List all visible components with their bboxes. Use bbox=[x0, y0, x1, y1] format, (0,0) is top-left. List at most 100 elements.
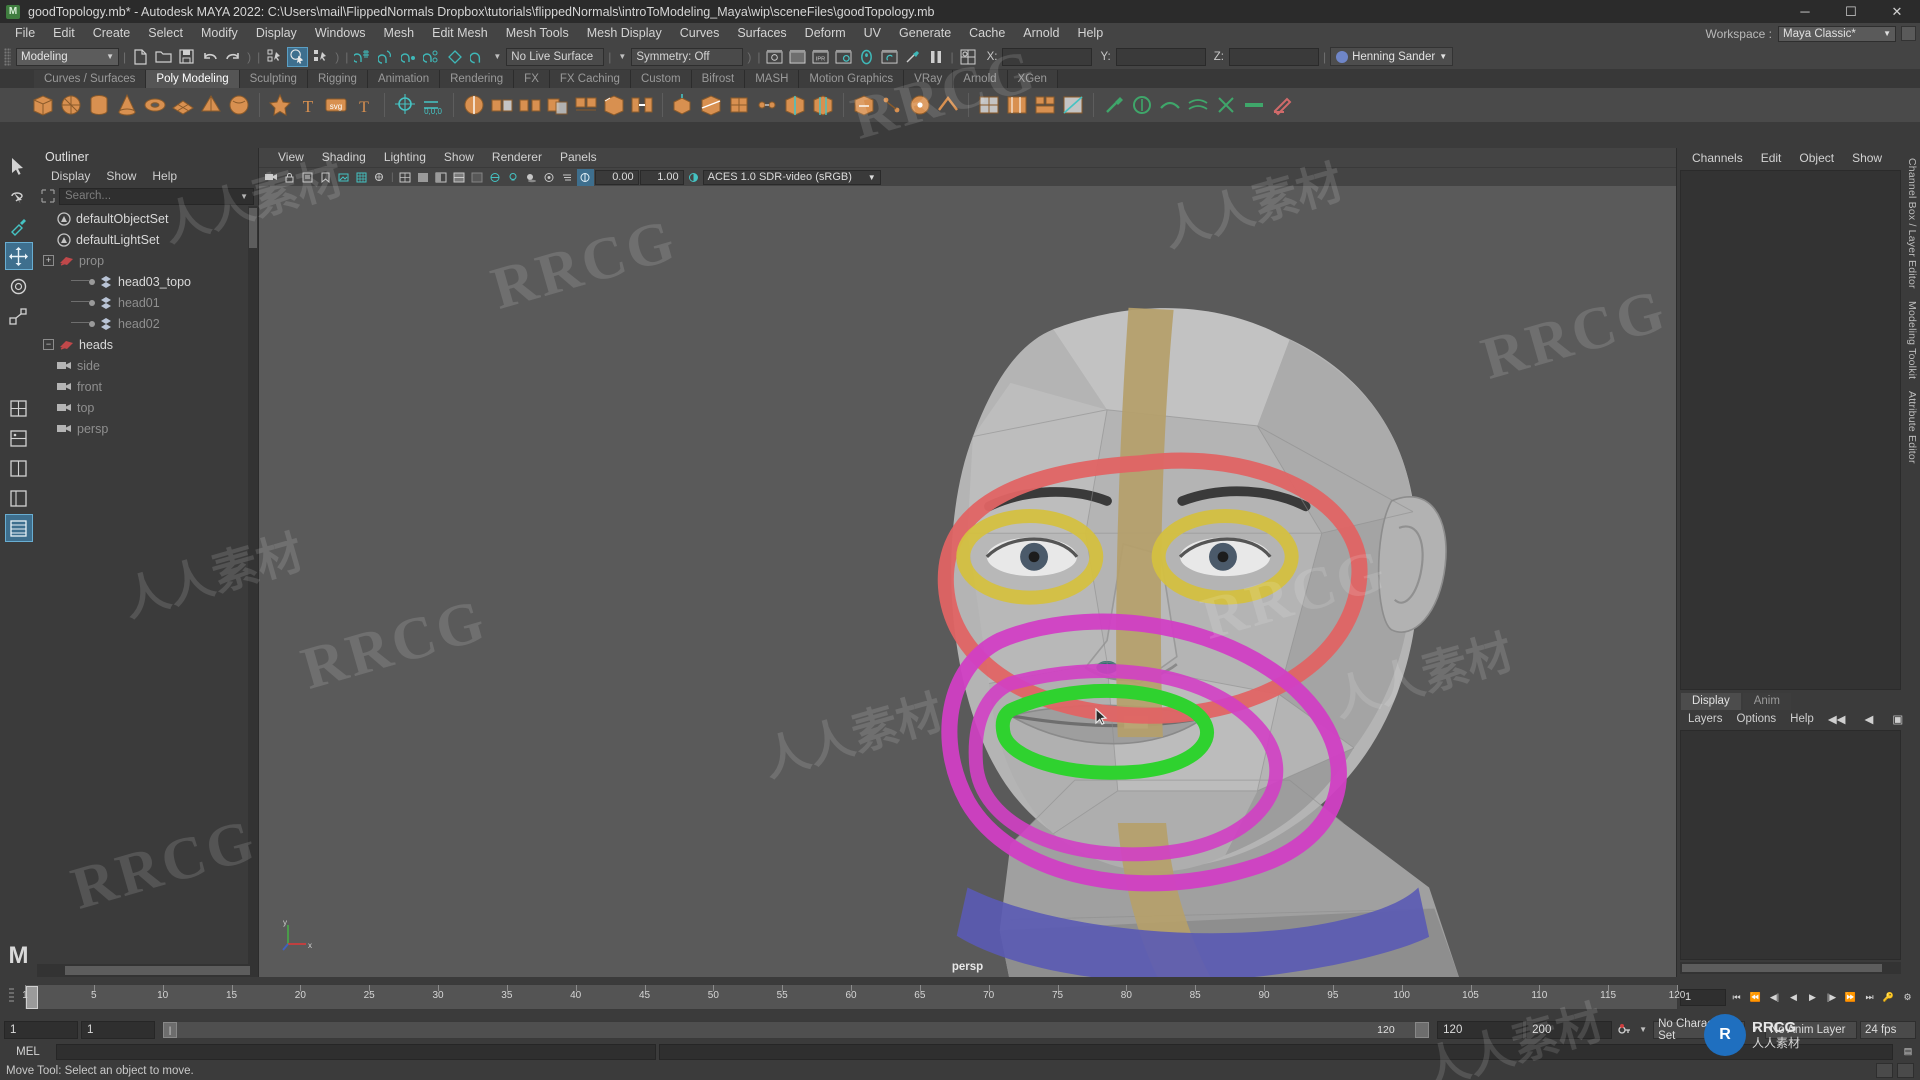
select-tool-button[interactable] bbox=[5, 152, 33, 180]
redo-render-icon[interactable] bbox=[787, 47, 808, 67]
outliner-tree[interactable]: defaultObjectSet defaultLightSet + prop head… bbox=[37, 206, 258, 964]
menu-item-modify[interactable]: Modify bbox=[192, 23, 247, 44]
shelf-tab-sculpting[interactable]: Sculpting bbox=[239, 70, 308, 88]
shelf-tab-animation[interactable]: Animation bbox=[367, 70, 441, 88]
range-right-handle[interactable] bbox=[1415, 1021, 1430, 1038]
mirror-icon[interactable] bbox=[461, 92, 487, 118]
combine-icon[interactable] bbox=[489, 92, 515, 118]
snap-to-view-plane-icon[interactable] bbox=[444, 47, 465, 67]
help-line-icon[interactable] bbox=[1876, 1063, 1893, 1078]
menu-item-curves[interactable]: Curves bbox=[671, 23, 729, 44]
outliner-vertical-scrollbar[interactable] bbox=[248, 206, 258, 964]
viewport-menu-renderer[interactable]: Renderer bbox=[483, 148, 551, 167]
snap-to-grid-icon[interactable] bbox=[352, 47, 373, 67]
four-view-layout-button[interactable] bbox=[5, 454, 33, 482]
persp-outliner-layout-button[interactable] bbox=[5, 484, 33, 512]
go-to-end-icon[interactable]: ⏭ bbox=[1861, 989, 1878, 1006]
command-input[interactable] bbox=[56, 1043, 656, 1060]
toolbar-grip-icon[interactable] bbox=[4, 47, 11, 66]
open-scene-icon[interactable] bbox=[153, 47, 174, 67]
outliner-menu-show[interactable]: Show bbox=[98, 167, 144, 186]
render-current-frame-icon[interactable] bbox=[764, 47, 785, 67]
menu-item-deform[interactable]: Deform bbox=[796, 23, 855, 44]
current-frame-field[interactable]: 1 bbox=[1680, 988, 1726, 1006]
uv-editor-icon[interactable] bbox=[976, 92, 1002, 118]
script-editor-icon[interactable]: ▤ bbox=[1896, 1043, 1920, 1060]
coord-z-input[interactable] bbox=[1228, 47, 1319, 66]
color-space-select[interactable]: ACES 1.0 SDR-video (sRGB) ▼ bbox=[702, 169, 881, 185]
multi-cut-icon[interactable] bbox=[698, 92, 724, 118]
layer-list[interactable] bbox=[1680, 730, 1901, 960]
undo-icon[interactable] bbox=[199, 47, 220, 67]
outliner-item-heads[interactable]: − heads bbox=[37, 334, 258, 355]
move-tool-button[interactable] bbox=[4, 242, 33, 270]
connect-icon[interactable] bbox=[879, 92, 905, 118]
shelf-tab-rigging[interactable]: Rigging bbox=[307, 70, 368, 88]
menu-item-edit[interactable]: Edit bbox=[44, 23, 84, 44]
shelf-tab-rendering[interactable]: Rendering bbox=[440, 70, 515, 88]
text-tool-icon[interactable]: T bbox=[295, 92, 321, 118]
gamma-input[interactable]: 1.00 bbox=[639, 169, 684, 185]
user-account-button[interactable]: Henning Sander ▼ bbox=[1330, 47, 1454, 66]
pinch-brush-icon[interactable] bbox=[1213, 92, 1239, 118]
menu-item-mesh-display[interactable]: Mesh Display bbox=[578, 23, 671, 44]
outliner-item-defaultobjectset[interactable]: defaultObjectSet bbox=[37, 208, 258, 229]
menu-item-select[interactable]: Select bbox=[139, 23, 192, 44]
merge-vertices-icon[interactable] bbox=[907, 92, 933, 118]
playback-start-field[interactable]: 1 bbox=[81, 1020, 155, 1039]
shelf-tab-vray[interactable]: VRay bbox=[904, 70, 954, 88]
step-forward-frame-icon[interactable]: |▶ bbox=[1823, 989, 1840, 1006]
render-view-icon[interactable] bbox=[879, 47, 900, 67]
sculpt-brush-icon[interactable] bbox=[1101, 92, 1127, 118]
outliner-item-defaultlightset[interactable]: defaultLightSet bbox=[37, 229, 258, 250]
menu-item-arnold[interactable]: Arnold bbox=[1014, 23, 1068, 44]
pause-icon[interactable] bbox=[925, 47, 946, 67]
coord-x-input[interactable] bbox=[1002, 47, 1093, 66]
smooth-brush-icon[interactable] bbox=[1157, 92, 1183, 118]
two-view-layout-button[interactable] bbox=[5, 424, 33, 452]
outliner-item-top[interactable]: top bbox=[37, 397, 258, 418]
exposure-input[interactable]: 0.00 bbox=[594, 169, 639, 185]
shadows-icon[interactable] bbox=[523, 169, 540, 186]
anim-end-field[interactable]: 200 bbox=[1526, 1020, 1613, 1039]
time-slider-grip[interactable] bbox=[0, 987, 22, 1007]
lighting-display-icon[interactable] bbox=[505, 169, 522, 186]
coord-y-input[interactable] bbox=[1115, 47, 1206, 66]
menu-item-help[interactable]: Help bbox=[1068, 23, 1112, 44]
chevron-down-icon[interactable]: ▼ bbox=[493, 52, 501, 61]
select-hierarchy-icon[interactable] bbox=[264, 47, 285, 67]
vertical-tab-channel-box-layer-editor[interactable]: Channel Box / Layer Editor bbox=[1906, 152, 1918, 295]
single-view-layout-button[interactable] bbox=[5, 394, 33, 422]
color-management-icon[interactable] bbox=[685, 169, 702, 186]
scrollbar-thumb[interactable] bbox=[249, 208, 257, 248]
lasso-select-tool-button[interactable] bbox=[5, 182, 33, 210]
poly-pyramid-icon[interactable] bbox=[198, 92, 224, 118]
image-plane-icon[interactable] bbox=[335, 169, 352, 186]
range-start-field[interactable]: 1 bbox=[4, 1020, 78, 1039]
layer-first-icon[interactable]: ◀◀ bbox=[1821, 712, 1853, 726]
paint-select-tool-button[interactable] bbox=[5, 212, 33, 240]
animation-preferences-icon[interactable]: ⚙ bbox=[1899, 989, 1916, 1006]
step-back-key-icon[interactable]: ⏪ bbox=[1747, 989, 1764, 1006]
poly-cone-icon[interactable] bbox=[114, 92, 140, 118]
smooth-shade-selected-icon[interactable] bbox=[433, 169, 450, 186]
channel-box-menu-channels[interactable]: Channels bbox=[1683, 151, 1752, 165]
outliner-item-head03_topo[interactable]: head03_topo bbox=[37, 271, 258, 292]
viewport-menu-lighting[interactable]: Lighting bbox=[375, 148, 435, 167]
range-left-handle[interactable]: | bbox=[163, 1021, 177, 1038]
shelf-tab-bifrost[interactable]: Bifrost bbox=[691, 70, 746, 88]
zero-zero-zero-icon[interactable]: 0,0,0 bbox=[420, 92, 446, 118]
viewport-canvas[interactable]: x y persp bbox=[259, 186, 1676, 977]
bevel-icon[interactable] bbox=[601, 92, 627, 118]
multisample-aa-icon[interactable] bbox=[576, 168, 594, 186]
outliner-search-input[interactable]: Search... ▼ bbox=[59, 187, 254, 205]
command-output[interactable] bbox=[659, 1043, 1893, 1060]
lock-camera-icon[interactable] bbox=[281, 169, 298, 186]
uv-unfold-icon[interactable] bbox=[1004, 92, 1030, 118]
bookmark-icon[interactable] bbox=[317, 169, 334, 186]
auto-key-icon[interactable]: 🔑 bbox=[1880, 989, 1897, 1006]
shelf-tab-custom[interactable]: Custom bbox=[630, 70, 692, 88]
snap-to-point-icon[interactable] bbox=[398, 47, 419, 67]
make-live-icon[interactable] bbox=[467, 47, 488, 67]
shelf-tab-fx[interactable]: FX bbox=[514, 70, 550, 88]
